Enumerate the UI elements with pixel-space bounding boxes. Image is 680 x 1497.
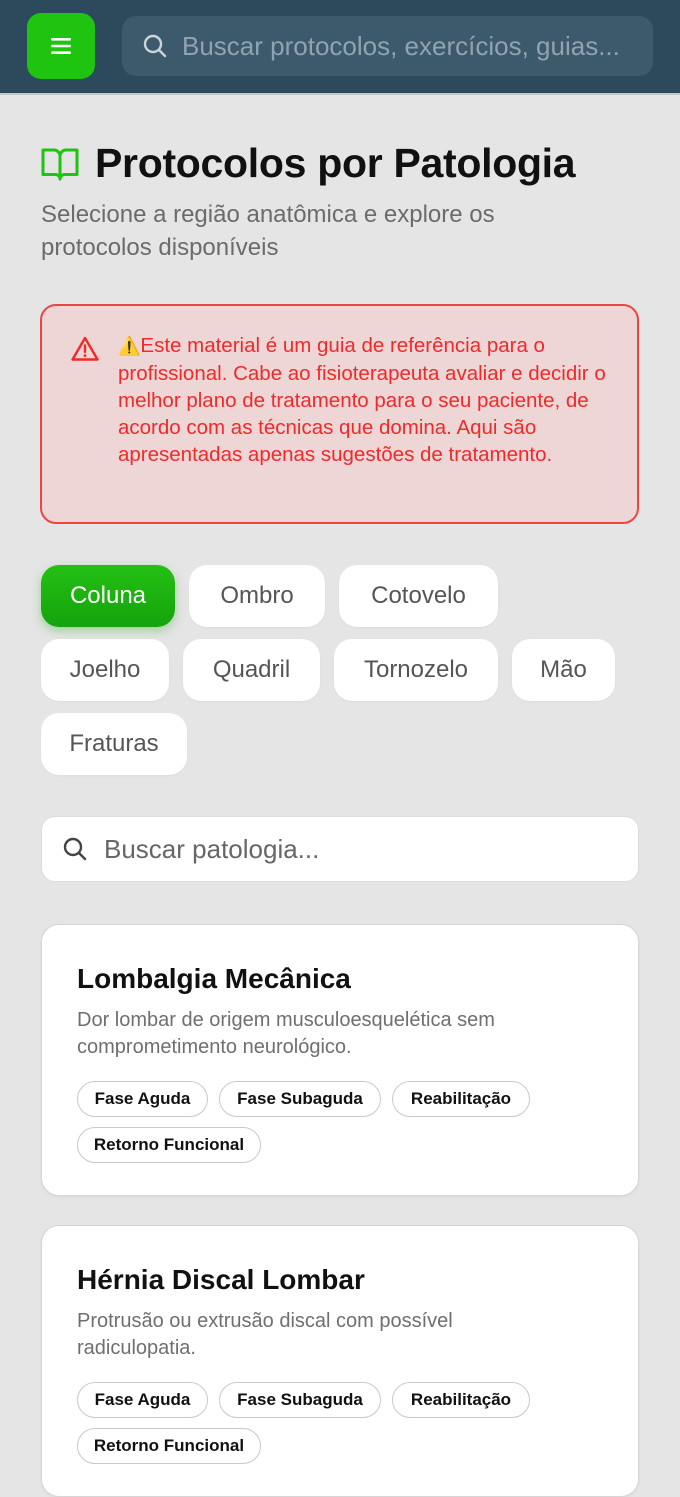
region-chip-tornozelo[interactable]: Tornozelo <box>334 639 498 701</box>
phase-tag-fase-aguda[interactable]: Fase Aguda <box>77 1081 208 1117</box>
hamburger-menu-icon <box>51 38 71 54</box>
open-book-icon <box>41 148 79 180</box>
global-search-input[interactable] <box>182 30 642 62</box>
card-description: Dor lombar de origem musculoesquelética … <box>77 1009 495 1058</box>
card-description: Protrusão ou extrusão discal com possíve… <box>77 1310 453 1359</box>
card-title: Hérnia Discal Lombar <box>77 1264 365 1295</box>
phase-tag-fase-subaguda[interactable]: Fase Subaguda <box>219 1382 381 1418</box>
warning-triangle-icon <box>71 336 99 361</box>
region-chip-mao[interactable]: Mão <box>512 639 615 701</box>
top-bar <box>0 0 680 95</box>
disclaimer-alert: ⚠️Este material é um guia de referência … <box>40 304 639 524</box>
phase-tag-reabilitacao[interactable]: Reabilitação <box>392 1081 530 1117</box>
page-subtitle: Selecione a região anatômica e explore o… <box>41 201 495 261</box>
region-chip-joelho[interactable]: Joelho <box>41 639 169 701</box>
warning-emoji-icon: ⚠️ <box>118 336 141 356</box>
phase-tag-retorno-funcional[interactable]: Retorno Funcional <box>77 1127 261 1163</box>
search-icon <box>63 837 87 861</box>
search-icon <box>143 34 167 58</box>
page-title: Protocolos por Patologia <box>95 140 576 186</box>
page-header: Protocolos por Patologia <box>41 140 576 187</box>
phase-tag-retorno-funcional[interactable]: Retorno Funcional <box>77 1428 261 1464</box>
phase-tag-fase-aguda[interactable]: Fase Aguda <box>77 1382 208 1418</box>
region-chip-cotovelo[interactable]: Cotovelo <box>339 565 498 627</box>
disclaimer-message: Este material é um guia de referência pa… <box>118 334 606 466</box>
disclaimer-text: ⚠️Este material é um guia de referência … <box>118 332 618 468</box>
card-title: Lombalgia Mecânica <box>77 963 351 994</box>
phase-tag-reabilitacao[interactable]: Reabilitação <box>392 1382 530 1418</box>
pathology-search-input[interactable] <box>104 833 604 865</box>
pathology-card-hernia-discal[interactable]: Hérnia Discal Lombar Protrusão ou extrus… <box>41 1225 639 1497</box>
region-chip-coluna[interactable]: Coluna <box>41 565 175 627</box>
global-search-box[interactable] <box>122 16 653 76</box>
region-chip-ombro[interactable]: Ombro <box>189 565 325 627</box>
region-chip-quadril[interactable]: Quadril <box>183 639 320 701</box>
pathology-search-box[interactable] <box>41 816 639 882</box>
phase-tag-fase-subaguda[interactable]: Fase Subaguda <box>219 1081 381 1117</box>
region-chip-fraturas[interactable]: Fraturas <box>41 713 187 775</box>
pathology-card-lombalgia[interactable]: Lombalgia Mecânica Dor lombar de origem … <box>41 924 639 1196</box>
menu-button[interactable] <box>27 13 95 79</box>
